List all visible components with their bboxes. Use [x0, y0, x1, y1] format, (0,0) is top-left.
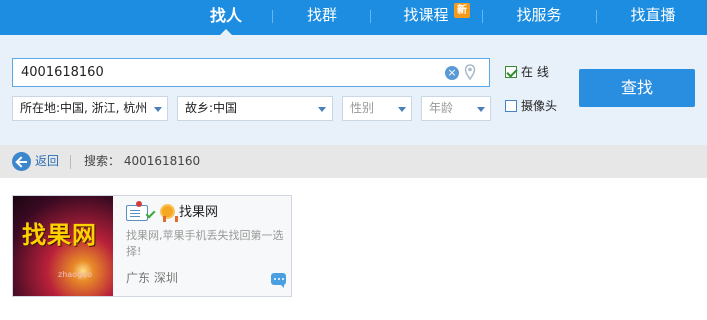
tab-find-live[interactable]: 找直播	[622, 0, 684, 35]
tab-find-group[interactable]: 找群	[298, 0, 346, 35]
breadcrumb-divider	[70, 155, 71, 169]
result-name[interactable]: 找果网	[179, 204, 218, 222]
location-pin-icon[interactable]	[464, 64, 476, 80]
chevron-down-icon	[477, 107, 485, 112]
back-link[interactable]: 返回	[35, 145, 59, 178]
tab-find-course[interactable]: 找课程	[396, 0, 456, 35]
search-input-value: 4001618160	[21, 65, 104, 80]
camera-label: 摄像头	[521, 99, 558, 113]
search-summary: 搜索： 4001618160	[84, 145, 200, 178]
result-location: 广东 深圳	[126, 271, 178, 285]
result-thumbnail[interactable]: 找果网 zhaoguo	[13, 196, 113, 296]
nav-divider	[596, 10, 597, 23]
nav-divider	[272, 10, 273, 23]
location-select-value: 所在地:中国, 浙江, 杭州	[20, 101, 148, 115]
online-checkbox[interactable]	[505, 66, 517, 78]
search-panel: 4001618160 × 在 线 摄像头 查找 所在地:中国, 浙江, 杭州 故…	[0, 35, 707, 145]
online-label: 在 线	[521, 65, 549, 79]
tab-find-service[interactable]: 找服务	[508, 0, 570, 35]
location-select[interactable]: 所在地:中国, 浙江, 杭州	[12, 96, 168, 121]
age-select[interactable]: 年龄	[421, 96, 491, 121]
find-button[interactable]: 查找	[579, 69, 695, 107]
camera-checkbox[interactable]	[505, 100, 517, 112]
hometown-select[interactable]: 故乡:中国	[177, 96, 333, 121]
tab-label: 找群	[306, 6, 337, 24]
profile-card-icon	[126, 201, 148, 221]
nav-divider	[482, 10, 483, 23]
thumbnail-logo-text: 找果网	[22, 221, 97, 249]
search-input[interactable]: 4001618160 ×	[12, 58, 490, 87]
result-description: 找果网,苹果手机丢失找回第一选择!	[126, 229, 284, 258]
nav-divider	[370, 10, 371, 23]
age-select-value: 年龄	[429, 101, 454, 115]
breadcrumb: 返回 搜索： 4001618160	[0, 145, 707, 178]
gender-select[interactable]: 性别	[342, 96, 412, 121]
chevron-down-icon	[318, 107, 326, 112]
tab-label: 找人	[209, 6, 242, 25]
clear-icon[interactable]: ×	[445, 66, 459, 80]
tab-find-people[interactable]: 找人	[204, 0, 248, 35]
new-badge: 新	[454, 3, 470, 18]
chevron-down-icon	[154, 107, 162, 112]
tab-label: 找课程	[403, 6, 449, 24]
search-summary-query: 4001618160	[123, 154, 201, 168]
hometown-select-value: 故乡:中国	[185, 101, 238, 115]
chat-bubble-icon[interactable]	[271, 273, 286, 288]
thumbnail-logo-subtext: zhaoguo	[58, 270, 93, 279]
back-arrow-icon[interactable]	[12, 152, 31, 171]
tab-label: 找直播	[630, 6, 676, 24]
medal-icon	[160, 204, 178, 222]
gender-select-value: 性别	[350, 101, 375, 115]
top-nav: 找人 找群 找课程 新 找服务 找直播	[0, 0, 707, 35]
tab-label: 找服务	[516, 6, 562, 24]
chevron-down-icon	[398, 107, 406, 112]
result-card[interactable]: 找果网 zhaoguo 找果网 找果网,苹果手机丢失找回第一选择! 广东 深圳	[12, 195, 292, 297]
search-summary-label: 搜索：	[84, 154, 121, 168]
